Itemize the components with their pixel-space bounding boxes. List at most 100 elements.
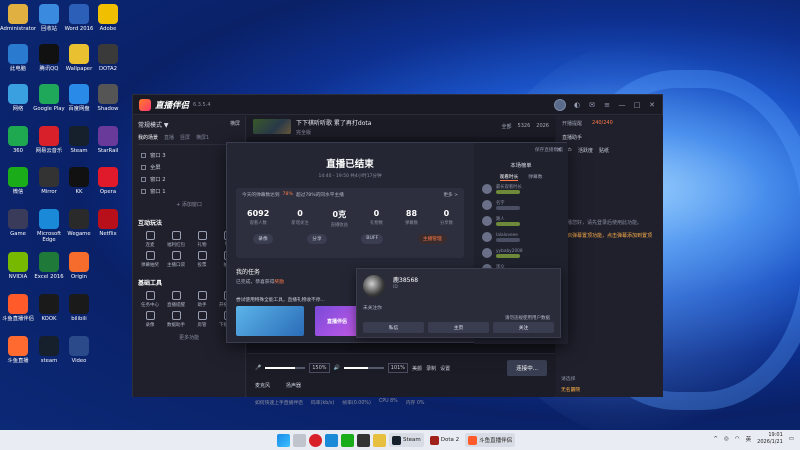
tab-live-remind[interactable]: 开播提醒 [562, 120, 582, 127]
start-live-button[interactable]: 连接中... [507, 360, 547, 376]
tool-item[interactable]: 录像 [138, 311, 162, 328]
tool-item[interactable]: 助手 [190, 291, 214, 308]
tab-live[interactable]: 直播 [164, 134, 174, 141]
stream-title[interactable]: 下下棋听听歌 累了再打dota [296, 118, 371, 127]
netease-music-taskbar-icon[interactable] [309, 433, 322, 447]
wifi-icon[interactable]: ◠ [735, 436, 740, 442]
desktop-icon[interactable]: Video [61, 336, 97, 364]
record-button[interactable]: 录制 [426, 365, 436, 372]
interactive-item[interactable]: 主播口袋 [164, 251, 188, 268]
send-hint[interactable]: 请选择 [561, 375, 658, 382]
desktop-icon[interactable]: Opera [90, 167, 126, 195]
tab-my-scenes[interactable]: 我的场景 [138, 134, 158, 141]
tab-landscape[interactable]: 横屏1 [196, 134, 209, 141]
taskbar-dota2[interactable]: Dota 2 [427, 433, 462, 447]
more-features-button[interactable]: 更多功能 [138, 334, 240, 341]
tool-item[interactable]: 房管 [190, 311, 214, 328]
scene-item[interactable]: 全屏 [138, 161, 240, 173]
clock[interactable]: 19:01 2026/1/21 [757, 432, 783, 446]
tab-watch-time[interactable]: 观看时长 [499, 174, 519, 181]
tab-activity[interactable]: 活跃度 [578, 147, 593, 154]
tray-chevron-icon[interactable]: ^ [713, 436, 718, 442]
add-scene-button[interactable]: + 添加窗口 [138, 201, 240, 208]
user-avatar[interactable] [554, 98, 566, 111]
search-icon[interactable] [293, 433, 306, 447]
orientation-switch[interactable]: 横屏 [230, 120, 240, 129]
mail-icon[interactable]: ✉ [588, 101, 596, 109]
checkbox-icon[interactable] [141, 164, 146, 170]
dialog-action-button[interactable]: 分享 [307, 234, 327, 244]
headset-icon[interactable]: ◐ [573, 101, 581, 109]
start-icon[interactable] [277, 433, 290, 447]
interactive-item[interactable]: 福利红包 [164, 231, 188, 248]
desktop-icon[interactable]: Shadow [90, 84, 126, 112]
beauty-button[interactable]: 美颜 [412, 365, 422, 372]
scene-item[interactable]: 窗口 1 [138, 185, 240, 197]
interactive-item[interactable]: 连麦 [138, 231, 162, 248]
mic-icon[interactable]: 🎤 [255, 365, 261, 371]
tab-danmaku[interactable]: 弹幕数 [528, 174, 542, 181]
mode-dropdown[interactable]: 常规模式 ▼ [138, 120, 169, 129]
close-icon[interactable]: ✕ [648, 101, 656, 109]
pin-warning[interactable]: 开启弹幕置顶功能，点击弹幕添加到置顶 [556, 230, 663, 243]
checkbox-icon[interactable] [141, 188, 146, 194]
dialog-action-button[interactable]: BUFF [361, 234, 384, 244]
browser-taskbar-icon[interactable] [325, 433, 338, 447]
quickstart-link[interactable]: 如何快速上手直播伴侣 [255, 399, 303, 406]
interactive-item[interactable]: 礼物 [190, 231, 214, 248]
viewer-row[interactable]: 最长观看时长 [474, 181, 568, 197]
promo-banner-1[interactable] [236, 306, 304, 336]
tool-item[interactable]: 任务中心 [138, 291, 162, 308]
viewer-row[interactable]: 名字 [474, 197, 568, 213]
interactive-item[interactable]: 弹幕抽奖 [138, 251, 162, 268]
dialog-action-button[interactable]: 主播管理 [417, 234, 447, 244]
stream-thumbnail[interactable] [253, 119, 291, 134]
speaker-volume-slider[interactable] [343, 367, 384, 369]
dialog-action-button[interactable]: 录像 [253, 234, 273, 244]
tab-stickers[interactable]: 贴纸 [599, 147, 609, 154]
desktop-icon[interactable]: bilibili [61, 294, 97, 322]
tool-item[interactable]: 直播提醒 [164, 291, 188, 308]
tool-item[interactable]: 数据助手 [164, 311, 188, 328]
settings-button[interactable]: 设置 [440, 365, 450, 372]
scene-item[interactable]: 窗口 2 [138, 173, 240, 185]
input-language[interactable]: 英 [746, 435, 752, 443]
save-data-link[interactable]: 保存直播数据 [474, 143, 568, 157]
more-link[interactable]: 更多 > [443, 192, 458, 198]
tab-portrait[interactable]: 竖屏 [180, 134, 190, 141]
interactive-label: 弹幕抽奖 [141, 263, 159, 268]
folder-taskbar-icon[interactable] [373, 433, 386, 447]
checkbox-icon[interactable] [141, 152, 146, 158]
maximize-icon[interactable]: □ [633, 101, 641, 109]
desktop-icon[interactable]: StarRail [90, 126, 126, 154]
follow-button[interactable]: 关注 [493, 322, 554, 333]
desktop-icon[interactable]: Origin [61, 252, 97, 280]
scene-item[interactable]: 窗口 3 [138, 149, 240, 161]
game-taskbar-icon[interactable] [357, 433, 370, 447]
homepage-button[interactable]: 主页 [428, 322, 489, 333]
taskbar-steam[interactable]: Steam [389, 433, 424, 447]
minimize-icon[interactable]: — [618, 101, 626, 109]
speaker-icon[interactable]: 🔊 [334, 365, 340, 371]
viewer-row[interactable]: yybaby2008 [474, 245, 568, 261]
desktop-icon[interactable]: Adobe [90, 4, 126, 32]
taskbar-live-companion[interactable]: 斗鱼直播伴侣 [465, 433, 516, 447]
promo-banner-2[interactable]: 直播伴侣 [315, 306, 359, 336]
mic-volume-slider[interactable] [265, 367, 306, 369]
wechat-taskbar-icon[interactable] [341, 433, 354, 447]
steam-tray-icon[interactable]: ◎ [724, 436, 729, 442]
message-button[interactable]: 私信 [363, 322, 424, 333]
interactive-item[interactable]: 投票 [190, 251, 214, 268]
task-reward[interactable]: 奖励 [274, 280, 284, 285]
checkbox-icon[interactable] [141, 176, 146, 182]
viewer-row[interactable]: lalaloveee [474, 229, 568, 245]
data-policy-check[interactable]: 请勿违规使用用户数据 [505, 315, 550, 321]
desktop-icon[interactable]: DOTA2 [90, 44, 126, 72]
notification-icon[interactable]: ▭ [789, 436, 794, 442]
stream-category[interactable]: 完全版 [296, 129, 371, 136]
viewer-row[interactable]: 路人 [474, 213, 568, 229]
desktop-icon[interactable]: Netflix [90, 209, 126, 237]
profile-avatar[interactable] [363, 275, 385, 297]
dialog-close-icon[interactable]: ✕ [556, 146, 562, 154]
menu-icon[interactable]: ≡ [603, 101, 611, 109]
